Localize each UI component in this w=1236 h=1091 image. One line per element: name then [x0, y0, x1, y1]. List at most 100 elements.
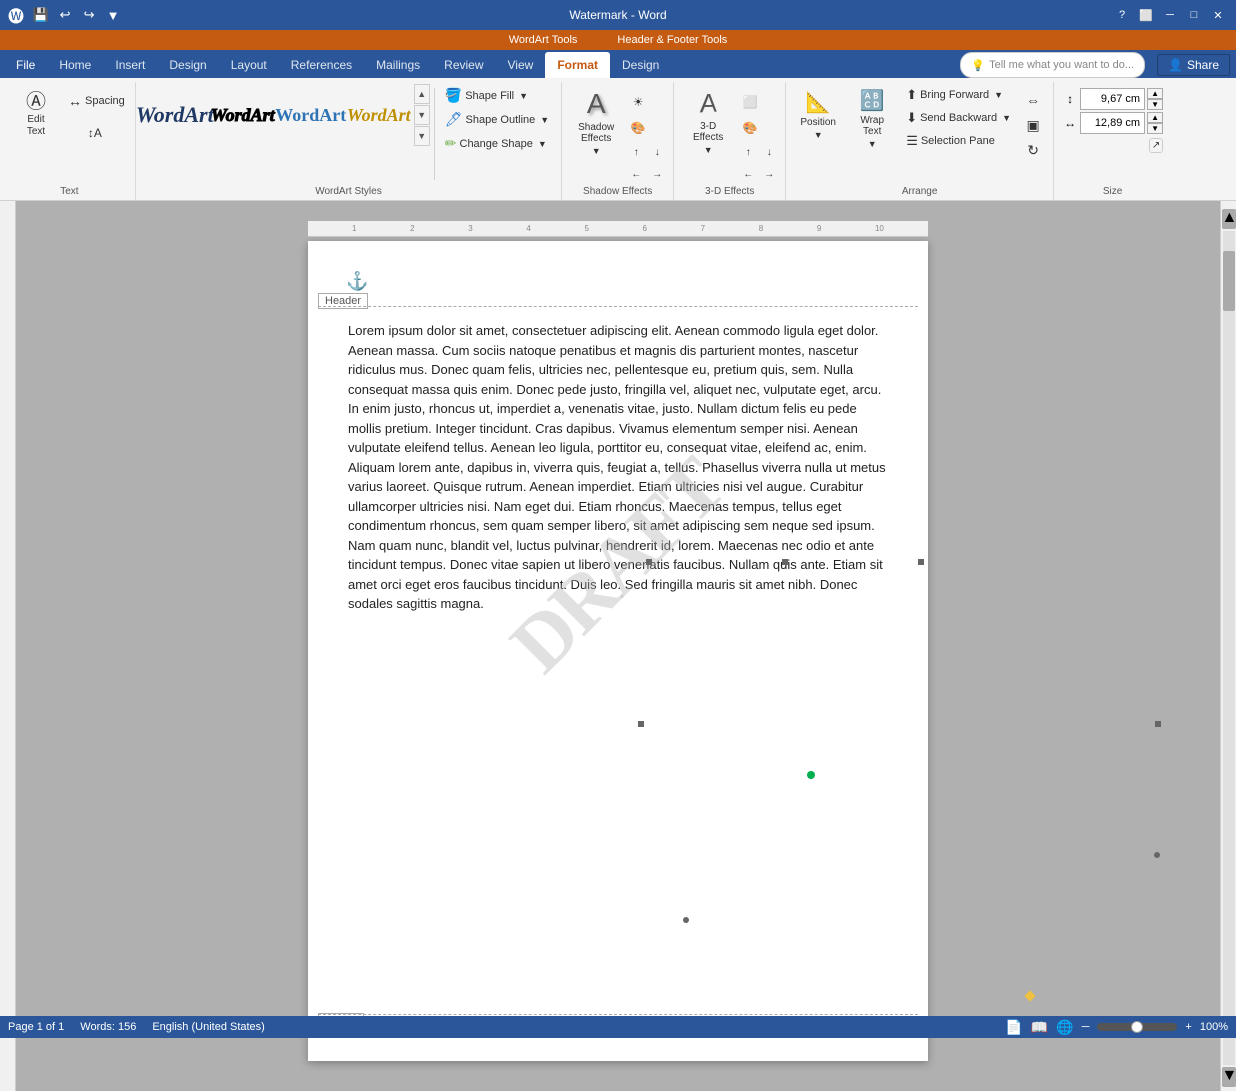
gallery-more-button[interactable]: ▼: [414, 126, 430, 146]
3d-color-button[interactable]: 🎨: [738, 116, 762, 140]
tab-mailings[interactable]: Mailings: [364, 52, 432, 78]
selection-handle-ml[interactable]: [638, 721, 644, 727]
shape-outline-button[interactable]: 🖊 Shape Outline ▼: [439, 108, 555, 131]
maximize-button[interactable]: □: [1184, 5, 1204, 25]
wrap-text-button[interactable]: 🔠 WrapText ▼: [846, 84, 898, 153]
tilt-up-button[interactable]: ↓: [759, 142, 779, 162]
redo-button[interactable]: ↪: [78, 4, 100, 26]
ribbon-display-button[interactable]: ⬜: [1136, 5, 1156, 25]
send-backward-arrow: ▼: [1002, 113, 1011, 123]
shape-options-col: 🪣 Shape Fill ▼ 🖊 Shape Outline ▼ ✏ Chang…: [439, 84, 555, 155]
3d-effects-button[interactable]: A 3-DEffects ▼: [680, 84, 736, 159]
wordart-style-2[interactable]: WordArt: [210, 84, 276, 146]
selection-handle-tl[interactable]: [646, 559, 652, 565]
tilt-right-button[interactable]: →: [759, 164, 779, 184]
nudge-shadow-left-button[interactable]: ←: [626, 164, 646, 184]
close-button[interactable]: ✕: [1208, 5, 1228, 25]
tab-file[interactable]: File: [4, 52, 47, 78]
spacing-button[interactable]: ↔ Spacing: [64, 86, 129, 116]
gallery-up-button[interactable]: ▲: [414, 84, 430, 104]
word-count: Words: 156: [80, 1021, 136, 1033]
rotation-handle[interactable]: [807, 771, 815, 779]
help-button[interactable]: ?: [1112, 5, 1132, 25]
tilt-down-button[interactable]: ↑: [738, 142, 758, 162]
tell-me-input[interactable]: 💡 Tell me what you want to do...: [960, 52, 1145, 78]
selection-pane-button[interactable]: ☰ Selection Pane: [900, 130, 1017, 152]
document-area[interactable]: 12345678910 ⚓ Header Lorem ipsum dolor s…: [16, 201, 1220, 1091]
3d-group-content: A 3-DEffects ▼ ⬜ 🎨 ↑ ↓ ← →: [680, 84, 779, 184]
nudge-shadow-right-button[interactable]: →: [647, 164, 667, 184]
shadow-effects-button[interactable]: A ShadowEffects ▼: [568, 84, 624, 160]
scroll-track[interactable]: [1223, 231, 1235, 1065]
tilt-left-button[interactable]: ←: [738, 164, 758, 184]
window-title: Watermark - Word: [569, 8, 666, 22]
3d-on-off-button[interactable]: ⬜: [738, 90, 762, 114]
bring-forward-button[interactable]: ⬆ Bring Forward ▼: [900, 84, 1017, 106]
zoom-thumb[interactable]: [1131, 1021, 1143, 1033]
tab-format[interactable]: Format: [545, 52, 610, 78]
tab-references[interactable]: References: [279, 52, 364, 78]
selection-handle-ml2[interactable]: [683, 917, 689, 923]
quick-access-toolbar: 💾 ↩ ↪ ▼: [30, 4, 124, 26]
tab-insert[interactable]: Insert: [103, 52, 157, 78]
position-button[interactable]: 📐 Position ▼: [792, 84, 844, 146]
group-button[interactable]: ▣: [1019, 113, 1047, 137]
text-group-label: Text: [10, 184, 129, 200]
wordart-style-1[interactable]: WordArt: [142, 84, 208, 146]
scroll-down-button[interactable]: ▼: [1222, 1067, 1236, 1087]
tab-view[interactable]: View: [496, 52, 546, 78]
change-shape-button[interactable]: ✏ Change Shape ▼: [439, 132, 555, 155]
share-button[interactable]: 👤 Share: [1157, 54, 1230, 76]
even-height-button[interactable]: ↕A: [64, 118, 129, 148]
tab-design2[interactable]: Design: [610, 52, 671, 78]
send-backward-button[interactable]: ⬇ Send Backward ▼: [900, 107, 1017, 129]
zoom-out-button[interactable]: ─: [1082, 1021, 1090, 1033]
selection-pane-icon: ☰: [906, 133, 918, 149]
width-down-button[interactable]: ▼: [1147, 123, 1163, 134]
selection-handle-tr[interactable]: [918, 559, 924, 565]
wordart-style-4[interactable]: WordArt: [346, 84, 412, 146]
selection-handle-tm[interactable]: [782, 559, 788, 565]
nudge-shadow-down-button[interactable]: ↓: [647, 142, 667, 162]
view-web-button[interactable]: 🌐: [1056, 1019, 1073, 1036]
tab-layout[interactable]: Layout: [219, 52, 279, 78]
selection-handle-mr2[interactable]: [1154, 852, 1160, 858]
shadow-on-off-button[interactable]: ☀: [626, 90, 650, 114]
scrollbar-vertical[interactable]: ▲ ▼: [1220, 201, 1236, 1091]
view-read-button[interactable]: 📖: [1031, 1019, 1048, 1036]
tab-review[interactable]: Review: [432, 52, 495, 78]
scroll-up-button[interactable]: ▲: [1222, 209, 1236, 229]
shadow-nudge-row: ↑ ↓: [626, 142, 667, 162]
tab-home[interactable]: Home: [47, 52, 103, 78]
position-chevron: ▼: [814, 130, 823, 140]
selection-handle-mr[interactable]: [1155, 721, 1161, 727]
wordart-styles-content: WordArt WordArt WordArt WordArt ▲ ▼ ▼: [142, 84, 555, 184]
even-height-icon: ↕A: [88, 126, 102, 140]
undo-button[interactable]: ↩: [54, 4, 76, 26]
minimize-button[interactable]: ─: [1160, 5, 1180, 25]
nudge-shadow-up-button[interactable]: ↑: [626, 142, 646, 162]
zoom-slider[interactable]: [1097, 1023, 1177, 1031]
tab-design[interactable]: Design: [157, 52, 218, 78]
view-normal-button[interactable]: 📄: [1005, 1019, 1022, 1036]
edit-text-button[interactable]: Ⓐ EditText: [10, 84, 62, 146]
rotate-button[interactable]: ↻: [1019, 138, 1047, 162]
3d-controls-col: ⬜ 🎨 ↑ ↓ ← →: [738, 84, 779, 184]
width-up-button[interactable]: ▲: [1147, 112, 1163, 123]
zoom-in-button[interactable]: +: [1185, 1021, 1191, 1033]
height-up-button[interactable]: ▲: [1147, 88, 1163, 99]
align-button[interactable]: ⇔: [1019, 88, 1047, 112]
gallery-down-button[interactable]: ▼: [414, 105, 430, 125]
shape-fill-icon: 🪣: [445, 87, 462, 104]
customize-qat-button[interactable]: ▼: [102, 4, 124, 26]
scroll-thumb[interactable]: [1223, 251, 1235, 311]
size-dialog-launcher[interactable]: ↗: [1149, 138, 1163, 153]
wordart-style-3[interactable]: WordArt: [278, 84, 344, 146]
shadow-color-button[interactable]: 🎨: [626, 116, 650, 140]
height-input[interactable]: [1080, 88, 1145, 110]
shape-fill-button[interactable]: 🪣 Shape Fill ▼: [439, 84, 555, 107]
save-button[interactable]: 💾: [30, 4, 52, 26]
height-down-button[interactable]: ▼: [1147, 99, 1163, 110]
yellow-handle[interactable]: [1024, 990, 1035, 1001]
width-input[interactable]: [1080, 112, 1145, 134]
